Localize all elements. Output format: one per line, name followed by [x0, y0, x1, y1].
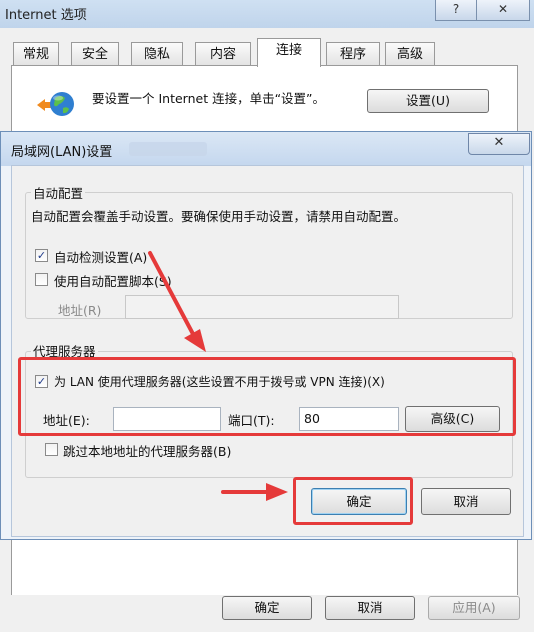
arrow-to-ok-icon — [221, 483, 288, 501]
annotation-arrows — [148, 251, 288, 501]
arrow-to-proxy-icon — [148, 251, 206, 352]
tab-connections[interactable]: 连接 — [257, 38, 321, 67]
